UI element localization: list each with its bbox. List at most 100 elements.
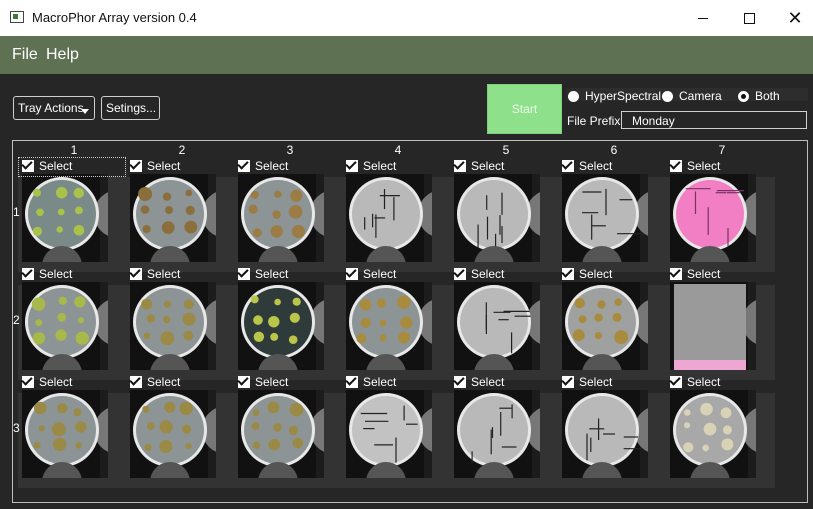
- checkbox-checked-icon: [130, 376, 142, 388]
- tray-thumbnail-image[interactable]: [454, 282, 540, 370]
- select-label: Select: [687, 159, 721, 173]
- select-checkbox[interactable]: Select: [238, 159, 288, 173]
- select-label: Select: [39, 267, 73, 281]
- checkbox-checked-icon: [562, 268, 574, 280]
- tray-thumbnail-image[interactable]: [22, 174, 108, 262]
- tray-cell: Select: [128, 157, 236, 265]
- select-checkbox[interactable]: Select: [454, 375, 504, 389]
- checkbox-checked-icon: [238, 376, 250, 388]
- tray-cell: Select: [560, 265, 668, 373]
- radio-camera[interactable]: Camera: [662, 89, 722, 103]
- tray-thumbnail-image[interactable]: [562, 174, 648, 262]
- radio-hyperspectral[interactable]: HyperSpectral: [568, 89, 661, 103]
- select-checkbox[interactable]: Select: [562, 159, 612, 173]
- select-checkbox[interactable]: Select: [238, 375, 288, 389]
- select-checkbox[interactable]: Select: [670, 375, 720, 389]
- tray-thumbnail-image[interactable]: [562, 282, 648, 370]
- checkbox-checked-icon: [454, 160, 466, 172]
- tray-thumbnail-image[interactable]: [454, 390, 540, 478]
- checkbox-checked-icon: [670, 268, 682, 280]
- tray-thumbnail-image[interactable]: [670, 174, 756, 262]
- select-checkbox[interactable]: Select: [562, 267, 612, 281]
- tray-thumbnail-image[interactable]: [238, 390, 324, 478]
- select-checkbox[interactable]: Select: [562, 375, 612, 389]
- column-header: 7: [718, 143, 726, 157]
- select-checkbox[interactable]: Select: [346, 267, 396, 281]
- select-label: Select: [255, 375, 289, 389]
- column-header: 5: [502, 143, 510, 157]
- checkbox-checked-icon: [238, 160, 250, 172]
- select-checkbox[interactable]: Select: [22, 375, 72, 389]
- maximize-icon: [743, 12, 755, 24]
- tray-thumbnail-image[interactable]: [454, 174, 540, 262]
- tray-cell: Select: [236, 265, 344, 373]
- menu-file[interactable]: File: [12, 46, 38, 64]
- select-checkbox[interactable]: Select: [454, 159, 504, 173]
- tray-thumbnail-image[interactable]: [130, 282, 216, 370]
- select-checkbox[interactable]: Select: [670, 267, 720, 281]
- radio-both[interactable]: Both: [738, 89, 780, 103]
- select-checkbox[interactable]: Select: [22, 267, 72, 281]
- radio-unchecked-icon: [662, 90, 673, 102]
- select-checkbox[interactable]: Select: [454, 267, 504, 281]
- checkbox-checked-icon: [454, 268, 466, 280]
- tray-cell: Select: [560, 157, 668, 265]
- tray-cell: Select: [20, 373, 128, 481]
- select-checkbox[interactable]: Select: [238, 267, 288, 281]
- tray-thumbnail-image[interactable]: [670, 282, 756, 370]
- select-checkbox[interactable]: Select: [346, 375, 396, 389]
- tray-cell: Select: [20, 265, 128, 373]
- menu-bar: File Help: [0, 36, 813, 74]
- tray-cell: Select: [452, 373, 560, 481]
- settings-button[interactable]: Setings...: [101, 96, 160, 120]
- tray-thumbnail-image[interactable]: [346, 174, 432, 262]
- select-label: Select: [471, 267, 505, 281]
- tray-thumbnail-image[interactable]: [130, 390, 216, 478]
- select-checkbox[interactable]: Select: [130, 375, 180, 389]
- start-button[interactable]: Start: [487, 84, 562, 134]
- radio-label: Camera: [679, 89, 722, 103]
- select-checkbox[interactable]: Select: [130, 267, 180, 281]
- tray-cell: Select: [560, 373, 668, 481]
- tray-thumbnail-image[interactable]: [562, 390, 648, 478]
- tray-cell: Select: [668, 373, 776, 481]
- tray-thumbnail-image[interactable]: [346, 282, 432, 370]
- column-header: 3: [286, 143, 294, 157]
- close-button[interactable]: ✕: [772, 0, 813, 36]
- minimize-button[interactable]: [680, 0, 726, 36]
- select-label: Select: [579, 159, 613, 173]
- checkbox-checked-icon: [562, 376, 574, 388]
- maximize-button[interactable]: [726, 0, 772, 36]
- tray-thumbnail-image[interactable]: [130, 174, 216, 262]
- select-checkbox[interactable]: Select: [670, 159, 720, 173]
- checkbox-checked-icon: [238, 268, 250, 280]
- checkbox-checked-icon: [130, 268, 142, 280]
- tray-actions-button[interactable]: Tray Actions: [13, 96, 95, 120]
- tray-cell: Select: [452, 265, 560, 373]
- tray-thumbnail-image[interactable]: [238, 174, 324, 262]
- menu-help[interactable]: Help: [46, 46, 79, 64]
- column-header: 4: [394, 143, 402, 157]
- select-label: Select: [363, 267, 397, 281]
- capture-mode-radio-group: HyperSpectral Camera Both: [566, 88, 808, 103]
- tray-actions-label: Tray Actions: [18, 101, 84, 115]
- tray-thumbnail-image[interactable]: [22, 390, 108, 478]
- tray-thumbnail-image[interactable]: [22, 282, 108, 370]
- tray-thumbnail-image[interactable]: [670, 390, 756, 478]
- select-checkbox[interactable]: Select: [130, 159, 180, 173]
- tray-thumbnail-image[interactable]: [346, 390, 432, 478]
- select-label: Select: [363, 159, 397, 173]
- select-label: Select: [147, 159, 181, 173]
- select-label: Select: [579, 375, 613, 389]
- radio-label: HyperSpectral: [585, 89, 662, 103]
- radio-label: Both: [755, 89, 780, 103]
- tray-thumbnail-image[interactable]: [238, 282, 324, 370]
- column-header: 1: [70, 143, 78, 157]
- select-checkbox[interactable]: Select: [346, 159, 396, 173]
- tray-cell: Select: [452, 157, 560, 265]
- file-prefix-input[interactable]: Monday: [621, 111, 807, 129]
- app-icon: [10, 11, 24, 23]
- select-label: Select: [687, 375, 721, 389]
- select-label: Select: [471, 375, 505, 389]
- tray-cell: Select: [344, 373, 452, 481]
